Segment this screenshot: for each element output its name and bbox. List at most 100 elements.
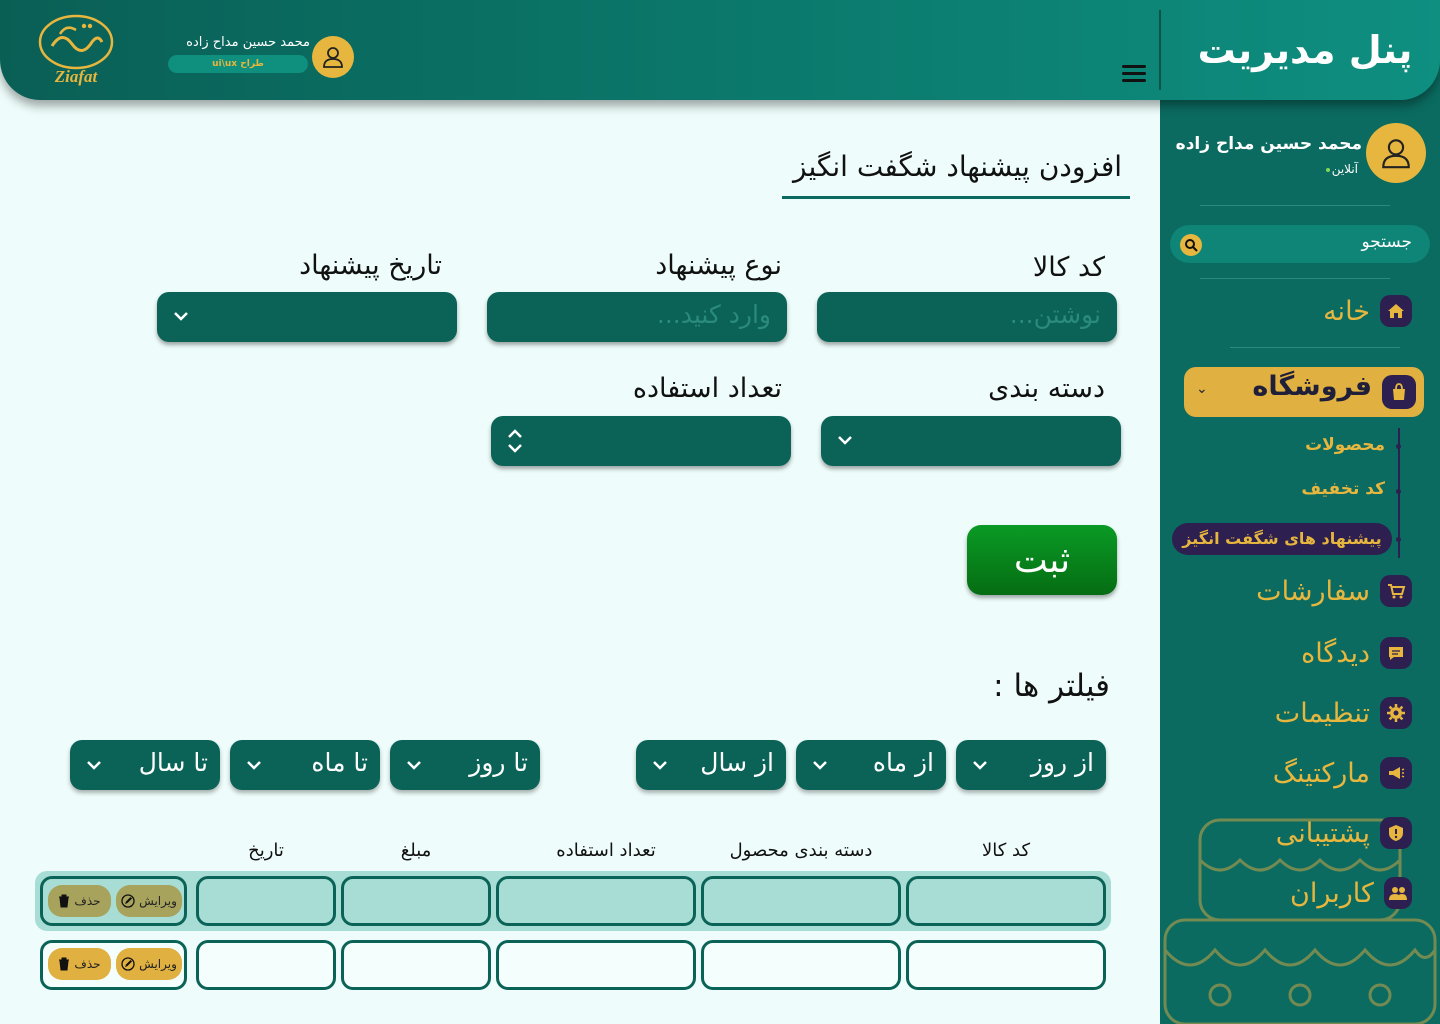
filter-label: از روز <box>1030 748 1094 777</box>
logo-text: Ziafat <box>54 67 99 86</box>
filter-from-day-select[interactable]: از روز <box>956 740 1106 790</box>
search-placeholder: جستجو <box>1361 232 1412 252</box>
offer-date-label: تاریخ پیشنهاد <box>299 250 442 281</box>
chevron-down-icon <box>87 761 101 770</box>
sidebar-item-store[interactable]: فروشگاه ⌄ <box>1184 367 1424 417</box>
filter-label: تا روز <box>469 748 528 777</box>
offer-type-input[interactable]: وارد کنید... <box>487 292 787 342</box>
chevron-down-icon <box>247 761 261 770</box>
filter-from-month-select[interactable]: از ماه <box>796 740 946 790</box>
submenu-dot <box>1396 537 1401 542</box>
filter-label: تا ماه <box>311 748 368 777</box>
sidebar-user-name: محمد حسین مداح زاده <box>1175 134 1362 154</box>
chevron-down-icon[interactable] <box>169 304 193 328</box>
sidebar-item-label: کاربران <box>1290 877 1374 909</box>
sidebar-divider <box>1200 205 1390 206</box>
panel-title: پنل مدیریت <box>1197 28 1413 72</box>
hamburger-menu-icon[interactable] <box>1122 65 1146 85</box>
sidebar-user-avatar-icon[interactable] <box>1366 123 1426 183</box>
column-header-product-code: کد کالا <box>981 840 1031 861</box>
table-cell <box>906 940 1106 990</box>
sidebar-item-marketing[interactable]: مارکتینگ <box>1262 757 1412 789</box>
table-cell <box>341 876 491 926</box>
edit-button[interactable]: ویرایش <box>116 885 182 917</box>
sidebar-item-label: خانه <box>1323 295 1370 327</box>
category-select[interactable] <box>821 416 1121 466</box>
sidebar-search-input[interactable]: جستجو <box>1170 225 1430 263</box>
megaphone-icon <box>1380 757 1412 789</box>
chevron-down-icon <box>407 761 421 770</box>
home-icon <box>1380 295 1412 327</box>
filter-to-month-select[interactable]: تا ماه <box>230 740 380 790</box>
chevron-down-icon[interactable] <box>833 428 857 452</box>
sidebar-item-label: سفارشات <box>1256 575 1370 607</box>
header-user-avatar-icon[interactable] <box>312 36 354 78</box>
sidebar-item-orders[interactable]: سفارشات <box>1254 575 1412 607</box>
chevron-down-icon[interactable]: ⌄ <box>1196 381 1208 397</box>
submenu-item-discount-code[interactable]: کد تخفیف <box>1250 479 1385 499</box>
shopping-bag-icon <box>1382 375 1416 409</box>
sidebar-divider <box>1230 347 1400 348</box>
product-code-label: کد کالا <box>1032 252 1105 283</box>
filter-label: از ماه <box>872 748 934 777</box>
offer-type-placeholder: وارد کنید... <box>656 300 771 329</box>
usage-count-label: تعداد استفاده <box>632 373 782 404</box>
sidebar-item-settings[interactable]: تنظیمات <box>1262 697 1412 729</box>
gear-icon <box>1380 697 1412 729</box>
sidebar-user-status: آنلاین <box>1160 162 1358 176</box>
page-title: افزودن پیشنهاد شگفت انگیز <box>793 150 1122 183</box>
filter-to-day-select[interactable]: تا روز <box>390 740 540 790</box>
sidebar-item-users[interactable]: کاربران <box>1290 877 1412 909</box>
submit-button[interactable]: ثبت <box>967 525 1117 595</box>
delete-label: حذف <box>74 957 101 971</box>
usage-count-stepper[interactable] <box>491 416 791 466</box>
filter-to-year-select[interactable]: تا سال <box>70 740 220 790</box>
table-cell <box>196 940 336 990</box>
users-icon <box>1383 877 1412 909</box>
submenu-dot <box>1396 444 1401 449</box>
sidebar-item-support[interactable]: پشتیبانی <box>1264 817 1412 849</box>
stepper-arrows-icon[interactable] <box>503 426 527 456</box>
sidebar-item-label: پشتیبانی <box>1275 817 1370 849</box>
pencil-icon <box>121 894 135 908</box>
offer-type-label: نوع پیشنهاد <box>655 250 782 281</box>
table-cell <box>496 876 696 926</box>
sidebar-item-home[interactable]: خانه <box>1270 295 1412 327</box>
search-icon[interactable] <box>1180 234 1202 256</box>
table-cell <box>196 876 336 926</box>
product-code-input[interactable]: نوشتن... <box>817 292 1117 342</box>
trash-icon <box>59 894 70 908</box>
column-header-product-category: دسته بندی محصول <box>729 840 873 861</box>
title-underline <box>782 196 1130 199</box>
header-divider <box>1159 10 1161 90</box>
category-label: دسته بندی <box>988 373 1105 404</box>
edit-label: ویرایش <box>139 894 177 908</box>
shield-icon <box>1380 817 1412 849</box>
submenu-item-amazing-offers[interactable]: پیشنهاد های شگفت انگیز <box>1172 523 1392 555</box>
sidebar-item-comments[interactable]: دیدگاه <box>1292 637 1412 669</box>
column-header-usage-count: تعداد استفاده <box>556 840 656 861</box>
chevron-down-icon <box>813 761 827 770</box>
table-cell <box>341 940 491 990</box>
submenu-dot <box>1396 489 1401 494</box>
submenu-item-products[interactable]: محصولات <box>1250 435 1385 455</box>
chevron-down-icon <box>973 761 987 770</box>
edit-label: ویرایش <box>139 957 177 971</box>
filters-title: فیلتر ها : <box>993 668 1110 704</box>
filter-label: تا سال <box>138 748 208 777</box>
delete-button[interactable]: حذف <box>48 948 111 980</box>
ziafat-logo[interactable]: Ziafat <box>36 12 116 88</box>
offer-date-select[interactable] <box>157 292 457 342</box>
edit-button[interactable]: ویرایش <box>116 948 182 980</box>
sidebar-item-label: دیدگاه <box>1301 637 1370 669</box>
comment-icon <box>1380 637 1412 669</box>
filter-from-year-select[interactable]: از سال <box>636 740 786 790</box>
product-code-placeholder: نوشتن... <box>1009 300 1101 329</box>
sidebar-item-label: مارکتینگ <box>1272 757 1370 789</box>
table-cell <box>496 940 696 990</box>
table-cell <box>906 876 1106 926</box>
sidebar-divider <box>1200 278 1390 279</box>
sidebar-item-label: فروشگاه <box>1252 371 1372 402</box>
delete-button[interactable]: حذف <box>48 885 111 917</box>
header-user-name: محمد حسین مداح زاده <box>186 35 310 50</box>
